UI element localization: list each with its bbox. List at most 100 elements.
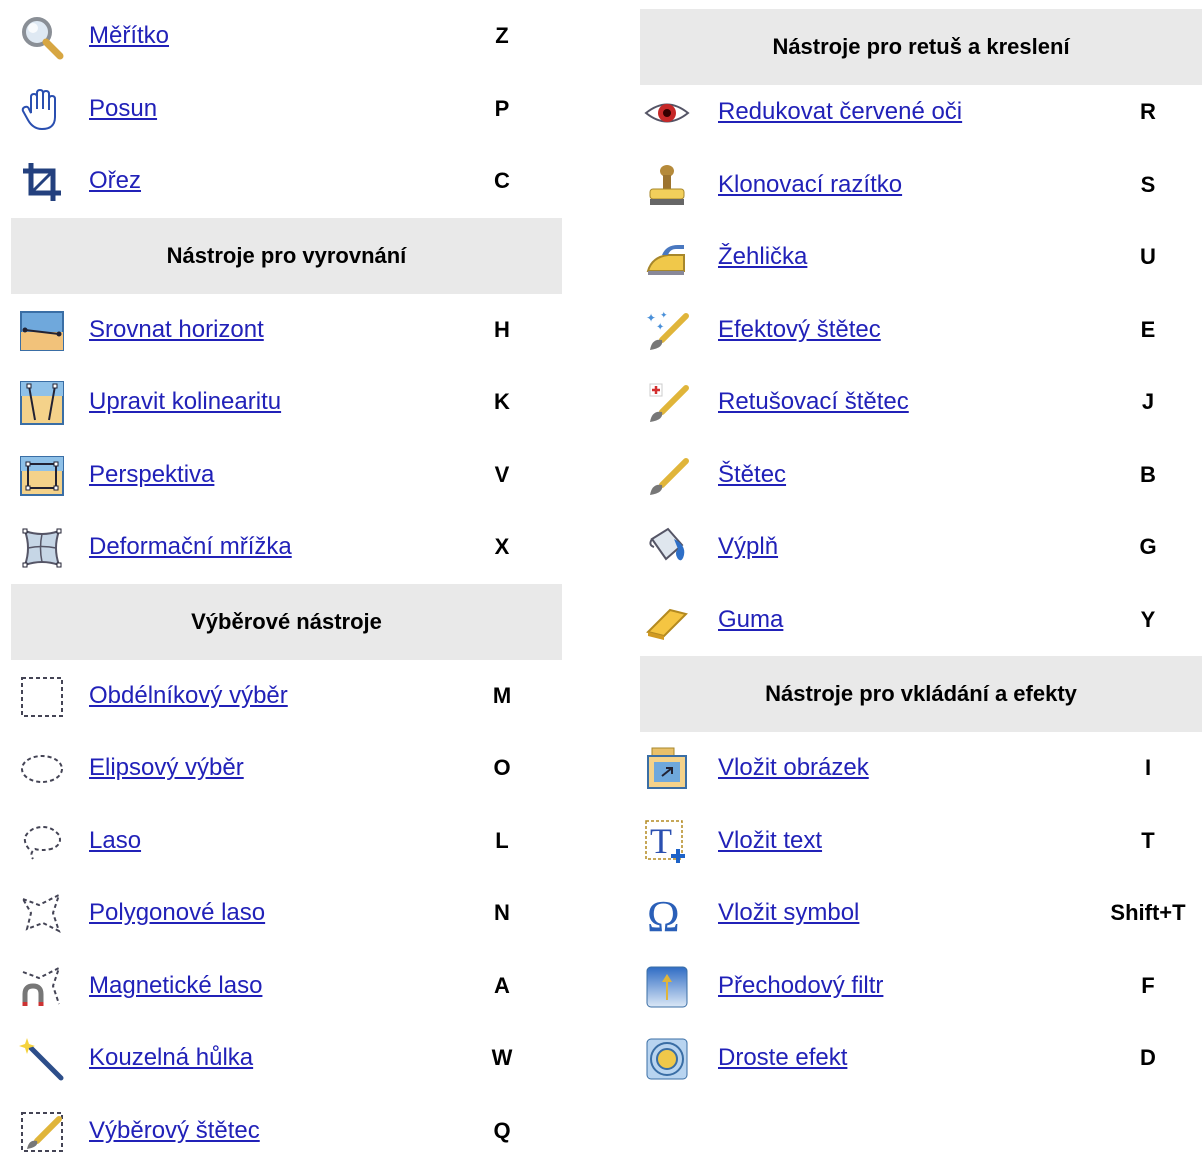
perspective-icon[interactable]	[19, 453, 65, 499]
tool-row-polygon-lasso: Polygonové laso N	[11, 877, 562, 950]
polygon-lasso-icon[interactable]	[19, 891, 65, 937]
tool-row-magnetic-lasso: Magnetické laso A	[11, 950, 562, 1023]
svg-text:✦: ✦	[660, 310, 668, 320]
tool-link[interactable]: Obdélníkový výběr	[89, 660, 288, 733]
tool-row-mesh: Deformační mřížka X	[11, 511, 562, 584]
tool-row-clone-stamp: Klonovací razítko S	[640, 149, 1202, 222]
svg-text:✦: ✦	[656, 322, 664, 333]
shortcut-key: C	[494, 145, 510, 218]
svg-text:T: T	[650, 821, 672, 861]
tool-link[interactable]: Výplň	[718, 511, 778, 584]
insert-text-icon[interactable]: T	[644, 819, 690, 865]
shortcut-key: F	[1141, 950, 1154, 1023]
tool-link[interactable]: Měřítko	[89, 0, 169, 73]
tool-row-effect-brush: ✦✦✦ Efektový štětec E	[640, 294, 1202, 367]
mesh-icon[interactable]	[19, 525, 65, 571]
section-header-selection: Výběrové nástroje	[11, 584, 562, 660]
omega-icon[interactable]: Ω	[644, 891, 690, 937]
retouch-brush-icon[interactable]	[644, 380, 690, 426]
tool-link[interactable]: Vložit symbol	[718, 877, 859, 950]
tool-row-gradient-filter: Přechodový filtr F	[640, 950, 1202, 1023]
shortcut-key: H	[494, 294, 510, 367]
clone-stamp-icon[interactable]	[644, 163, 690, 209]
tool-row-brush: Štětec B	[640, 439, 1202, 512]
shortcut-key: K	[494, 366, 510, 439]
tool-row-collinearity: Upravit kolinearitu K	[11, 366, 562, 439]
shortcut-key: E	[1141, 294, 1156, 367]
tool-link[interactable]: Elipsový výběr	[89, 732, 244, 805]
ellipse-select-icon[interactable]	[19, 746, 65, 792]
shortcut-key: X	[495, 511, 510, 584]
magnetic-lasso-icon[interactable]	[19, 964, 65, 1010]
tool-link[interactable]: Perspektiva	[89, 439, 214, 512]
tool-row-insert-text: T Vložit text T	[640, 805, 1202, 878]
tool-link[interactable]: Přechodový filtr	[718, 950, 883, 1023]
collinearity-icon[interactable]	[19, 380, 65, 426]
tool-row-retouch-brush: Retušovací štětec J	[640, 366, 1202, 439]
magic-wand-icon[interactable]	[19, 1036, 65, 1082]
tool-row-iron: Žehlička U	[640, 221, 1202, 294]
section-header-alignment: Nástroje pro vyrovnání	[11, 218, 562, 294]
tool-row-rect-select: Obdélníkový výběr M	[11, 660, 562, 733]
tool-link[interactable]: Žehlička	[718, 221, 807, 294]
effect-brush-icon[interactable]: ✦✦✦	[644, 308, 690, 354]
tool-link[interactable]: Posun	[89, 73, 157, 146]
hand-icon[interactable]	[19, 87, 65, 133]
tool-link[interactable]: Guma	[718, 584, 783, 657]
shortcut-key: I	[1145, 732, 1151, 805]
selection-brush-icon[interactable]	[19, 1109, 65, 1155]
tool-row-fill: Výplň G	[640, 511, 1202, 584]
tool-row-eraser: Guma Y	[640, 584, 1202, 657]
shortcut-key: U	[1140, 221, 1156, 294]
fill-bucket-icon[interactable]	[644, 525, 690, 571]
shortcut-key: V	[495, 439, 510, 512]
lasso-icon[interactable]	[19, 819, 65, 865]
tool-link[interactable]: Kouzelná hůlka	[89, 1022, 253, 1095]
insert-image-icon[interactable]	[644, 746, 690, 792]
shortcut-key: A	[494, 950, 510, 1023]
shortcut-key: R	[1140, 76, 1156, 149]
right-column: Nástroje pro retuš a kreslení Redukovat …	[640, 0, 1202, 1095]
droste-icon[interactable]	[644, 1036, 690, 1082]
shortcut-key: D	[1140, 1022, 1156, 1095]
tool-link[interactable]: Štětec	[718, 439, 786, 512]
tool-link[interactable]: Výběrový štětec	[89, 1095, 260, 1167]
tool-link[interactable]: Efektový štětec	[718, 294, 881, 367]
tool-link[interactable]: Polygonové laso	[89, 877, 265, 950]
section-header-retouch: Nástroje pro retuš a kreslení	[640, 9, 1202, 85]
tool-link[interactable]: Laso	[89, 805, 141, 878]
shortcut-key: P	[495, 73, 510, 146]
tool-row-ellipse-select: Elipsový výběr O	[11, 732, 562, 805]
tool-link[interactable]: Droste efekt	[718, 1022, 847, 1095]
tool-link[interactable]: Vložit text	[718, 805, 822, 878]
shortcut-key: W	[492, 1022, 513, 1095]
shortcut-key: Q	[493, 1095, 510, 1167]
brush-icon[interactable]	[644, 453, 690, 499]
tool-row-pan: Posun P	[11, 73, 562, 146]
horizon-icon[interactable]	[19, 308, 65, 354]
iron-icon[interactable]	[644, 235, 690, 281]
shortcut-key: O	[493, 732, 510, 805]
crop-icon[interactable]	[19, 159, 65, 205]
tool-row-droste: Droste efekt D	[640, 1022, 1202, 1095]
shortcut-key: J	[1142, 366, 1154, 439]
tool-link[interactable]: Deformační mřížka	[89, 511, 292, 584]
red-eye-icon[interactable]	[644, 90, 690, 136]
tool-link[interactable]: Srovnat horizont	[89, 294, 264, 367]
tool-row-crop: Ořez C	[11, 145, 562, 218]
eraser-icon[interactable]	[644, 598, 690, 644]
tool-link[interactable]: Vložit obrázek	[718, 732, 869, 805]
tool-link[interactable]: Redukovat červené oči	[718, 76, 962, 149]
tool-link[interactable]: Magnetické laso	[89, 950, 262, 1023]
tool-link[interactable]: Klonovací razítko	[718, 149, 902, 222]
tool-link[interactable]: Ořez	[89, 145, 141, 218]
tool-row-horizon: Srovnat horizont H	[11, 294, 562, 367]
rect-select-icon[interactable]	[19, 674, 65, 720]
gradient-filter-icon[interactable]	[644, 964, 690, 1010]
shortcut-key: B	[1140, 439, 1156, 512]
magnifier-icon[interactable]	[19, 14, 65, 60]
shortcut-key: Shift+T	[1110, 877, 1185, 950]
tool-row-red-eye: Redukovat červené oči R	[640, 76, 1202, 149]
tool-link[interactable]: Upravit kolinearitu	[89, 366, 281, 439]
tool-link[interactable]: Retušovací štětec	[718, 366, 909, 439]
